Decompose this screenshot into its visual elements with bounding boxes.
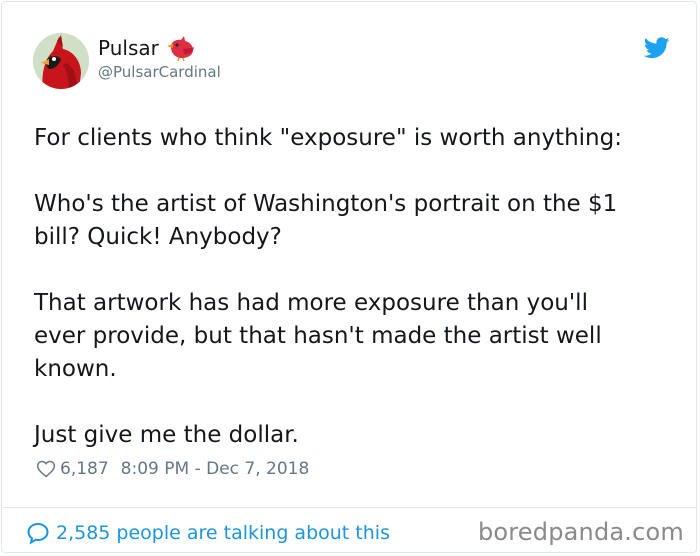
twitter-bird-icon[interactable] <box>644 37 670 59</box>
tweet-paragraph: That artwork has had more exposure than … <box>34 290 602 382</box>
red-bird-icon <box>166 36 194 61</box>
timestamp[interactable]: 8:09 PM - Dec 7, 2018 <box>121 459 310 479</box>
tweet-text: For clients who think "exposure" is wort… <box>34 122 674 452</box>
tweet-card: Pulsar @PulsarCardinal For clients who t… <box>1 1 697 553</box>
talking-about-text[interactable]: 2,585 people are talking about this <box>56 522 390 544</box>
speech-bubble-icon <box>27 522 49 545</box>
heart-icon[interactable] <box>36 459 56 479</box>
tweet-meta: 6,187 8:09 PM - Dec 7, 2018 <box>36 457 309 481</box>
watermark: boredpanda.com <box>477 518 684 546</box>
user-handle[interactable]: @PulsarCardinal <box>98 63 221 81</box>
cardinal-bird-avatar-icon <box>33 33 89 89</box>
display-name[interactable]: Pulsar <box>98 35 159 61</box>
avatar[interactable] <box>33 33 89 89</box>
divider <box>3 507 697 508</box>
author-row: Pulsar <box>98 35 197 61</box>
like-count[interactable]: 6,187 <box>60 459 109 479</box>
tweet-paragraph: Just give me the dollar. <box>34 422 299 448</box>
tweet-paragraph: Who's the artist of Washington's portrai… <box>34 191 618 250</box>
tweet-paragraph: For clients who think "exposure" is wort… <box>34 125 622 151</box>
talking-about-link[interactable]: 2,585 people are talking about this <box>26 519 390 547</box>
